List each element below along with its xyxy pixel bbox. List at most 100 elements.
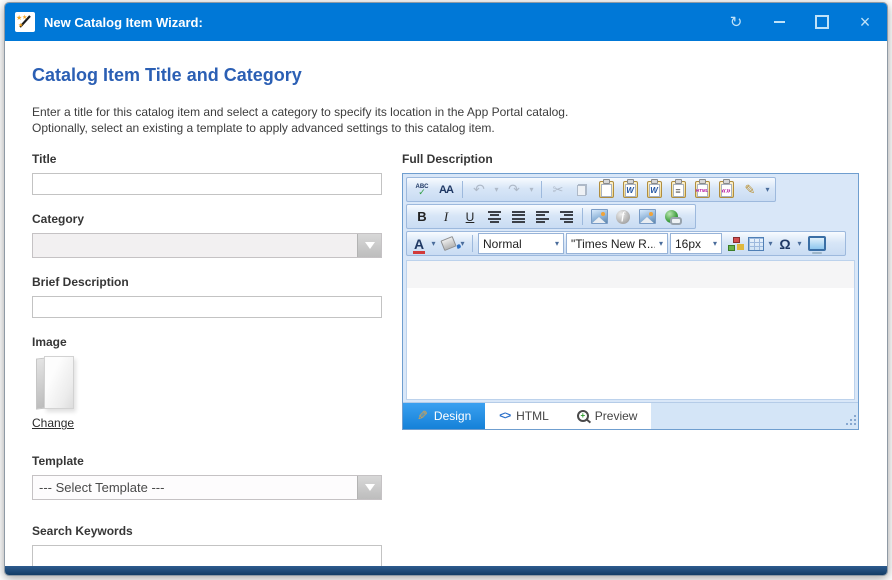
redo-button[interactable]: ↷ bbox=[503, 180, 525, 200]
brief-description-label: Brief Description bbox=[32, 275, 382, 289]
paste-word-icon: W bbox=[623, 181, 638, 198]
window-title: New Catalog Item Wizard: bbox=[44, 15, 203, 30]
media-monitor-icon bbox=[808, 236, 826, 251]
format-stripper-button[interactable]: ✎ bbox=[739, 180, 761, 200]
svg-text:★: ★ bbox=[18, 22, 23, 29]
tab-preview[interactable]: + Preview bbox=[563, 403, 652, 429]
refresh-icon[interactable]: ↻ bbox=[728, 14, 744, 30]
align-right-icon bbox=[560, 211, 573, 223]
paste-from-word-nostyles-button[interactable]: W bbox=[643, 180, 665, 200]
template-dropdown[interactable]: --- Select Template --- bbox=[32, 475, 382, 500]
spellcheck-button[interactable]: ABC ✓ bbox=[411, 180, 433, 200]
svg-text:★: ★ bbox=[22, 14, 27, 21]
align-left-icon bbox=[536, 211, 549, 223]
insert-table-button[interactable] bbox=[748, 234, 764, 254]
chevron-down-icon bbox=[365, 242, 375, 249]
image-map-button[interactable] bbox=[636, 207, 658, 227]
underline-button[interactable]: U bbox=[459, 207, 481, 227]
flash-manager-button[interactable]: f bbox=[612, 207, 634, 227]
tab-design[interactable]: ✎ Design bbox=[403, 403, 485, 429]
align-justify-button[interactable] bbox=[507, 207, 529, 227]
hyperlink-manager-button[interactable] bbox=[660, 207, 682, 227]
paste-word-nostyles-icon: W bbox=[647, 181, 662, 198]
change-image-link[interactable]: Change bbox=[32, 416, 74, 430]
pencil-icon: ✎ bbox=[417, 408, 428, 424]
category-dropdown-button[interactable] bbox=[357, 234, 381, 257]
insert-table-caret[interactable]: ▾ bbox=[766, 239, 775, 248]
close-button[interactable]: × bbox=[857, 14, 873, 30]
align-right-button[interactable] bbox=[555, 207, 577, 227]
chevron-down-icon: ▾ bbox=[551, 239, 559, 248]
background-color-button[interactable] bbox=[440, 234, 456, 254]
font-family-select[interactable]: "Times New R... ▾ bbox=[566, 233, 668, 254]
full-description-label: Full Description bbox=[402, 152, 859, 166]
align-left-button[interactable] bbox=[531, 207, 553, 227]
tab-design-label: Design bbox=[434, 409, 471, 423]
code-brackets-icon: <> bbox=[499, 410, 510, 422]
template-dropdown-button[interactable] bbox=[357, 476, 381, 499]
align-center-icon bbox=[488, 211, 501, 223]
paragraph-style-select[interactable]: Normal ▾ bbox=[478, 233, 564, 254]
flash-manager-icon: f bbox=[616, 210, 630, 224]
window-bottom-edge bbox=[5, 566, 887, 575]
editor-mode-tabs: ✎ Design <> HTML + Preview bbox=[403, 402, 858, 429]
italic-button[interactable]: I bbox=[435, 207, 457, 227]
tab-html[interactable]: <> HTML bbox=[485, 403, 563, 429]
catalog-item-image bbox=[36, 356, 76, 408]
undo-dropdown-caret[interactable]: ▾ bbox=[492, 185, 501, 194]
chevron-down-icon bbox=[365, 484, 375, 491]
paste-xml-button[interactable]: «» bbox=[715, 180, 737, 200]
intro-line-2: Optionally, select an existing a templat… bbox=[32, 121, 495, 135]
minimize-button[interactable] bbox=[771, 14, 787, 30]
editor-toolbars: ABC ✓ AA ↶ ▾ ↷ ▾ ✂ bbox=[403, 174, 858, 259]
media-manager-button[interactable] bbox=[806, 234, 828, 254]
image-map-icon bbox=[639, 209, 656, 224]
template-value: --- Select Template --- bbox=[33, 476, 357, 499]
search-keywords-input[interactable] bbox=[32, 545, 382, 566]
font-size-value: 16px bbox=[675, 237, 701, 251]
underline-icon: U bbox=[466, 210, 475, 224]
toolbar-font-row: A ▾ ▾ Normal ▾ "Times New R... ▾ bbox=[406, 231, 846, 256]
omega-icon: Ω bbox=[779, 236, 790, 252]
binoculars-icon: AA bbox=[439, 184, 453, 196]
category-dropdown[interactable] bbox=[32, 233, 382, 258]
page-title: Catalog Item Title and Category bbox=[32, 65, 859, 86]
redo-icon: ↷ bbox=[508, 181, 520, 198]
paste-icon bbox=[599, 181, 614, 198]
brief-description-input[interactable] bbox=[32, 296, 382, 318]
font-color-button[interactable]: A bbox=[411, 234, 427, 254]
bold-button[interactable]: B bbox=[411, 207, 433, 227]
paste-from-word-button[interactable]: W bbox=[619, 180, 641, 200]
font-family-value: "Times New R... bbox=[571, 237, 655, 251]
toolbar-separator bbox=[472, 235, 473, 252]
window-controls: ↻ × bbox=[728, 14, 873, 30]
maximize-icon bbox=[815, 15, 829, 29]
maximize-button[interactable] bbox=[814, 14, 830, 30]
insert-snippet-button[interactable] bbox=[724, 234, 746, 254]
spellcheck-icon: ABC ✓ bbox=[416, 185, 429, 195]
font-size-select[interactable]: 16px ▾ bbox=[670, 233, 722, 254]
tab-html-label: HTML bbox=[516, 409, 549, 423]
format-stripper-caret[interactable]: ▾ bbox=[763, 185, 772, 194]
title-input[interactable] bbox=[32, 173, 382, 195]
insert-symbol-button[interactable]: Ω bbox=[777, 234, 793, 254]
find-replace-button[interactable]: AA bbox=[435, 180, 457, 200]
paste-button[interactable] bbox=[595, 180, 617, 200]
redo-dropdown-caret[interactable]: ▾ bbox=[527, 185, 536, 194]
image-manager-button[interactable] bbox=[588, 207, 610, 227]
insert-symbol-caret[interactable]: ▾ bbox=[795, 239, 804, 248]
toolbar-clipboard-row: ABC ✓ AA ↶ ▾ ↷ ▾ ✂ bbox=[406, 177, 776, 202]
editor-resize-grip[interactable] bbox=[850, 419, 852, 421]
cut-button[interactable]: ✂ bbox=[547, 180, 569, 200]
paste-plain-text-button[interactable]: ≡ bbox=[667, 180, 689, 200]
font-color-caret[interactable]: ▾ bbox=[429, 239, 438, 248]
align-center-button[interactable] bbox=[483, 207, 505, 227]
paste-xml-icon: «» bbox=[719, 181, 734, 198]
copy-button[interactable] bbox=[571, 180, 593, 200]
template-label: Template bbox=[32, 454, 382, 468]
undo-button[interactable]: ↶ bbox=[468, 180, 490, 200]
paste-as-html-button[interactable]: HTML bbox=[691, 180, 713, 200]
tab-preview-label: Preview bbox=[595, 409, 638, 423]
image-box-front bbox=[44, 356, 74, 409]
editor-content-area[interactable] bbox=[406, 260, 855, 400]
